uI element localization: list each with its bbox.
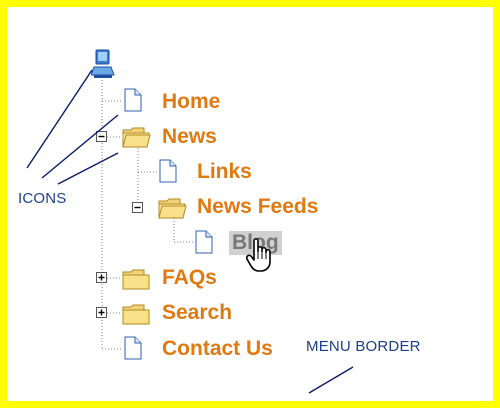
icons-annotation: ICONS	[18, 190, 67, 207]
menu-border-annotation: MENU BORDER	[306, 338, 421, 355]
annotation-pointers	[26, 69, 354, 394]
